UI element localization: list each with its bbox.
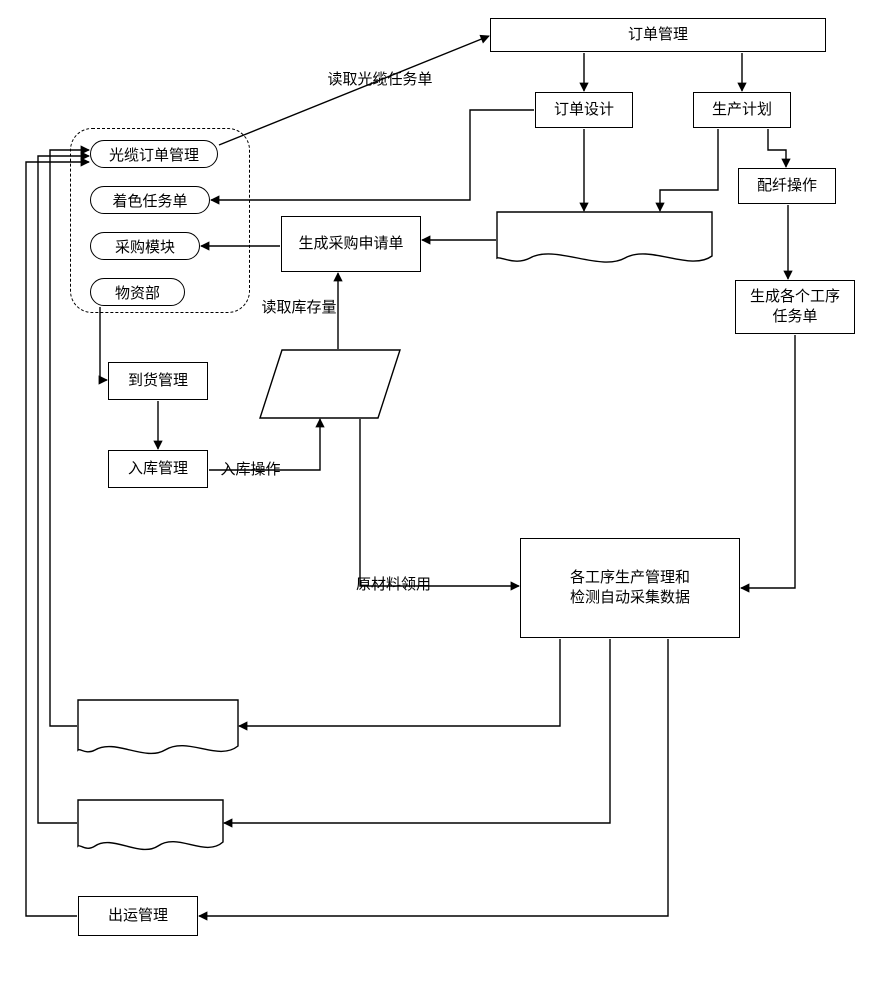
edge-plan-to-fiber [768, 129, 786, 167]
inbound-mgmt-label: 入库管理 [128, 459, 188, 479]
gen-task-sheets-label: 生成各个工序 任务单 [750, 287, 840, 328]
edge-plan-to-calc [660, 129, 718, 211]
order-mgmt-label: 订单管理 [628, 25, 688, 45]
raw-warehouse-label: 原材料仓 库、半成品 仓库 [290, 352, 365, 413]
shipping-label: 出运管理 [108, 906, 168, 926]
fiber-assign-label: 配纤操作 [757, 176, 817, 196]
raw-warehouse-box: 原材料仓 库、半成品 仓库 [268, 348, 388, 416]
arrival-mgmt-box: 到货管理 [108, 362, 208, 400]
gen-purchase-req-label: 生成采购申请单 [298, 234, 403, 254]
read-cable-task-label: 读取光缆任务单 [310, 70, 450, 90]
color-task-label: 着色任务单 [112, 190, 187, 211]
calc-material-shape [497, 212, 712, 262]
purchase-module-pill: 采购模块 [90, 232, 200, 260]
material-dept-label: 物资部 [115, 282, 160, 303]
prod-plan-box: 生产计划 [693, 92, 791, 128]
edge-process-to-shipping [199, 639, 668, 916]
gen-task-sheets-box: 生成各个工序 任务单 [735, 280, 855, 334]
process-mgmt-box: 各工序生产管理和 检测自动采集数据 [520, 538, 740, 638]
edge-warehouse-to-process [360, 419, 519, 586]
edge-design-to-color [211, 110, 534, 200]
edge-tasks-to-process [741, 335, 795, 588]
process-mgmt-label: 各工序生产管理和 检测自动采集数据 [570, 568, 690, 609]
order-mgmt-box: 订单管理 [490, 18, 826, 52]
material-issue-label: 原材料领用 [346, 575, 441, 595]
calc-material-box: 计算计划中订单原材料用量 [497, 212, 712, 262]
order-design-box: 订单设计 [535, 92, 633, 128]
calc-material-label: 计算计划中订单原材料用量 [514, 227, 694, 247]
edge-process-to-capacity [224, 639, 610, 823]
cable-order-mgmt-label: 光缆订单管理 [109, 144, 199, 165]
purchase-module-label: 采购模块 [115, 236, 175, 257]
capacity-shape [78, 800, 223, 849]
read-stock-label: 读取库存量 [254, 298, 344, 318]
progress-cost-box: 订单生产进度信 息、成本 [78, 700, 238, 752]
progress-cost-label: 订单生产进度信 息、成本 [105, 706, 210, 747]
shipping-box: 出运管理 [78, 896, 198, 936]
edge-inbound-to-warehouse [209, 419, 320, 470]
edge-material-to-arrival [100, 307, 107, 380]
inbound-mgmt-box: 入库管理 [108, 450, 208, 488]
cable-order-mgmt-pill: 光缆订单管理 [90, 140, 218, 168]
raw-warehouse-shape [260, 350, 400, 418]
gen-purchase-req-box: 生成采购申请单 [281, 216, 421, 272]
capacity-label: 各工序产能 [113, 814, 188, 834]
prod-plan-label: 生产计划 [712, 100, 772, 120]
order-design-label: 订单设计 [554, 100, 614, 120]
fiber-assign-box: 配纤操作 [738, 168, 836, 204]
edge-process-to-progress [239, 639, 560, 726]
progress-cost-shape [78, 700, 238, 753]
arrival-mgmt-label: 到货管理 [128, 371, 188, 391]
material-dept-pill: 物资部 [90, 278, 185, 306]
edge-cable-to-ordermgmt [219, 36, 489, 145]
capacity-box: 各工序产能 [78, 800, 223, 848]
inbound-op-label: 入库操作 [213, 460, 288, 480]
color-task-pill: 着色任务单 [90, 186, 210, 214]
